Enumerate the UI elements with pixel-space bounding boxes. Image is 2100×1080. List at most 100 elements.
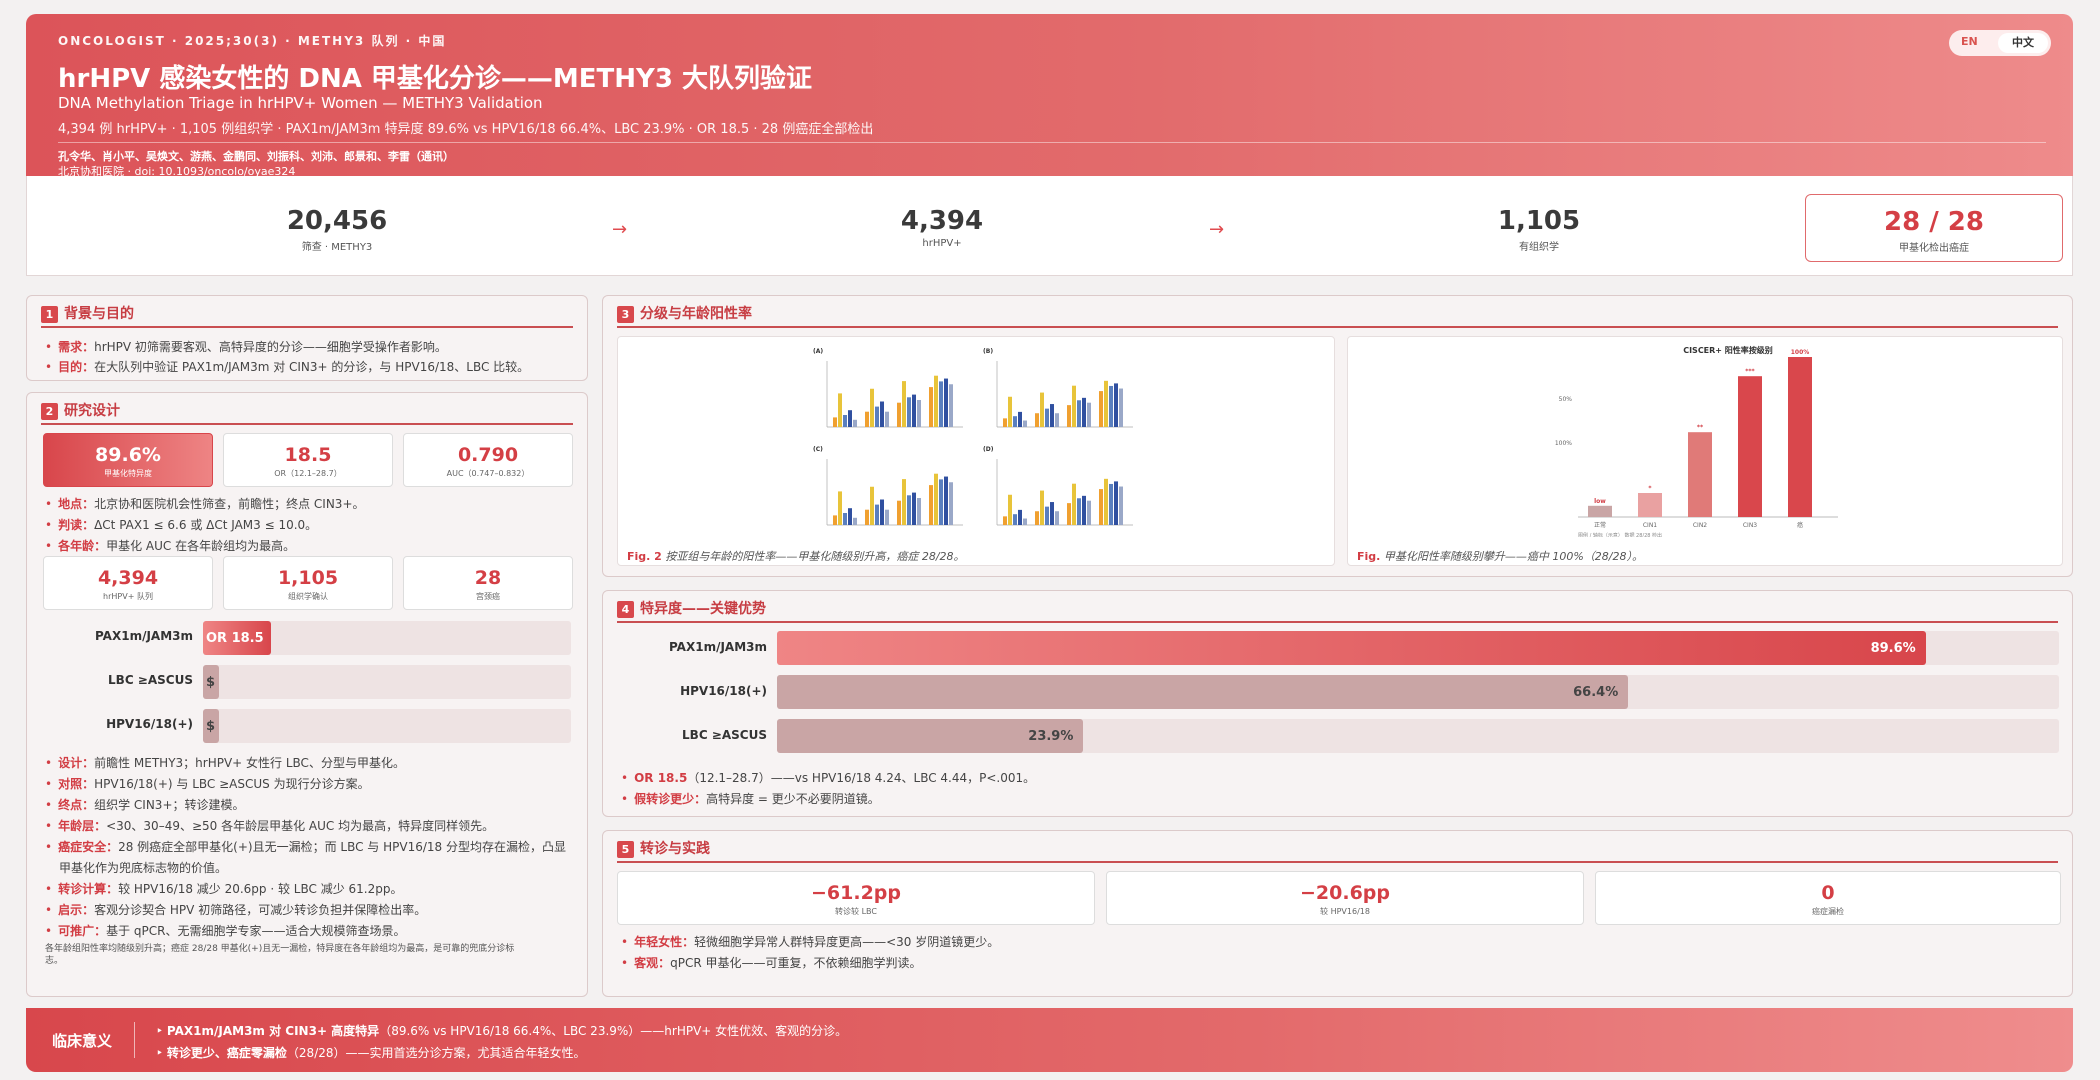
panel-bar <box>907 495 911 525</box>
or-bar-label: LBC ≥ASCUS <box>108 673 193 687</box>
figure-caption: Fig. 甲基化阳性率随级别攀升——癌中 100%（28/28）。 <box>1357 550 1643 563</box>
panel-bar <box>929 387 933 427</box>
panel-bar <box>1050 502 1054 525</box>
panel-bar <box>838 393 842 427</box>
panel-bar <box>1082 397 1086 427</box>
spec-bar-value: 66.4% <box>1573 684 1619 700</box>
spec-bar-label: LBC ≥ASCUS <box>682 728 767 742</box>
panel-bar <box>1008 396 1012 427</box>
metric-cohort: 4,394 hrHPV+ 队列 <box>43 556 213 610</box>
metric-referral-hpv: −20.6pp 较 HPV16/18 <box>1106 871 1584 925</box>
page-subtitle: DNA Methylation Triage in hrHPV+ Women —… <box>58 94 543 112</box>
bar-data-label: *** <box>1745 368 1755 375</box>
or-bar-label: PAX1m/JAM3m <box>94 629 193 643</box>
spec-bar-track: 89.6% <box>777 631 2059 665</box>
grade-bar <box>1638 493 1662 517</box>
panel-label: (B) <box>983 348 993 355</box>
panel-bar <box>949 482 953 525</box>
kpi-screened: 20,456 筛查 · METHY3 <box>286 206 388 253</box>
panel-bar <box>1119 486 1123 525</box>
panel-bar <box>1104 380 1108 427</box>
grade-bar <box>1788 357 1812 517</box>
spec-bar-label: HPV16/18(+) <box>680 684 767 698</box>
panel-bar <box>838 491 842 525</box>
section-background: 1 背景与目的 • 需求：hrHPV 初筛需要客观、高特异度的分诊——细胞学受操作者… <box>26 295 588 381</box>
header-banner: ONCOLOGIST · 2025;30(3) · METHY3 队列 · 中国… <box>26 14 2073 178</box>
panel-bar <box>1072 483 1076 525</box>
panel-bar <box>897 402 901 427</box>
panel-bar <box>1119 388 1123 427</box>
bullet-item: • 转诊计算：较 HPV16/18 减少 20.6pp · 较 LBC 减少 61… <box>45 882 403 896</box>
panel-bar <box>1114 481 1118 525</box>
kpi-histology: 1,105 有组织学 <box>1497 206 1581 253</box>
panel-bar <box>1023 420 1027 427</box>
spec-bar-label: PAX1m/JAM3m <box>668 640 767 654</box>
panel-bar <box>1087 500 1091 525</box>
panel-bar <box>870 388 874 427</box>
arrow-icon: → <box>1209 219 1225 240</box>
panel-bar <box>1035 413 1039 427</box>
bullet-item: • 年龄层：<30、30–49、≥50 各年龄层甲基化 AUC 均为最高，特异度同… <box>45 819 495 833</box>
section-header: 3 分级与年龄阳性率 <box>617 306 2058 328</box>
panel-bar <box>1072 385 1076 427</box>
footer-divider <box>134 1022 135 1058</box>
authors: 孔令华、肖小平、吴焕文、游燕、金鹏同、刘振科、刘沛、郎景和、李雷（通讯） <box>58 150 454 163</box>
bullet-item: • 年轻女性：轻微细胞学异常人群特异度更高——<30 岁阴道镜更少。 <box>621 935 1000 949</box>
bullet-item: • 判读：ΔCt PAX1 ≤ 6.6 或 ΔCt JAM3 ≤ 10.0。 <box>45 518 318 532</box>
panel-bar <box>1055 511 1059 525</box>
lang-en-option[interactable]: EN <box>1961 35 1978 48</box>
panel-bar <box>1055 413 1059 427</box>
kpi-row: 20,456 筛查 · METHY3 → 4,394 hrHPV+ → 1,105 有… <box>26 176 2073 276</box>
panel-bar <box>1013 514 1017 525</box>
chart-title: CISCER+ 阳性率按级别 <box>1683 345 1773 355</box>
panel-bar <box>1008 494 1012 525</box>
panel-figure: (A) (B) (C) (D) <box>813 348 1133 526</box>
panel-bar <box>1082 495 1086 525</box>
bullet-item: 甲基化作为兜底标志物的价值。 <box>59 861 228 875</box>
bullet-item: • 癌症安全：28 例癌症全部甲基化(+)且无一漏检；而 LBC 与 HPV16/… <box>45 840 566 854</box>
panel-bar <box>1050 404 1054 427</box>
figure-2-panels: (A) (B) (C) (D) <box>617 336 1335 566</box>
panel-bar <box>848 508 852 525</box>
section-positivity: 3 分级与年龄阳性率 (A) (B) (C) (D) Fig. 2 按亚组与年龄的阳性率… <box>602 295 2073 577</box>
metric-auc: 0.790 AUC（0.747–0.832） <box>403 433 573 487</box>
bullet-item: • 目的：在大队列中验证 PAX1m/JAM3m 对 CIN3+ 的分诊，与 HP… <box>45 360 530 374</box>
panel-bar <box>843 415 847 427</box>
or-bar-track: $ <box>203 709 571 743</box>
or-bar: OR 18.5 <box>203 621 272 655</box>
panel-bar <box>917 400 921 427</box>
panel-bar <box>907 397 911 427</box>
lang-zh-option[interactable]: 中文 <box>1998 33 2048 53</box>
metric-specificity: 89.6% 甲基化特异度 <box>43 433 213 487</box>
panel-bar <box>875 504 879 525</box>
panel-bar <box>1114 383 1118 427</box>
panel-bar <box>912 492 916 525</box>
panel-bar <box>939 381 943 427</box>
section-header: 2 研究设计 <box>41 403 573 425</box>
panel-bar <box>1035 511 1039 525</box>
panel-bar <box>1067 405 1071 427</box>
panel-bar <box>1040 490 1044 525</box>
bar-data-label: low <box>1594 498 1606 505</box>
panel-bar <box>934 375 938 427</box>
chart-legend: 图例 / 轴标（示意） 数据 28/28 检出 <box>1578 532 1662 537</box>
panel-bar <box>1077 400 1081 427</box>
panel-bar <box>1018 509 1022 525</box>
spec-bar-value: 89.6% <box>1870 640 1916 656</box>
panel-label: (C) <box>813 446 823 453</box>
spec-bar-track: 23.9% <box>777 719 2059 753</box>
panel-bar <box>880 499 884 525</box>
section-design: 2 研究设计 89.6% 甲基化特异度 18.5 OR（12.1–28.7） 0.79… <box>26 392 588 997</box>
or-bar: $ <box>203 665 220 699</box>
panel-bar <box>1003 516 1007 525</box>
spec-bar: 89.6% <box>777 631 1926 665</box>
y-tick-label: 50% <box>1559 396 1573 403</box>
language-toggle[interactable]: EN 中文 <box>1949 30 2051 56</box>
panel-bar <box>885 411 889 427</box>
metric-cancer: 28 宫颈癌 <box>403 556 573 610</box>
footer-label: 临床意义 <box>52 1032 113 1050</box>
triangle-bullet-icon: ‣ <box>156 1024 164 1038</box>
spec-bar-value: 23.9% <box>1028 728 1074 744</box>
grade-bar <box>1588 505 1612 517</box>
panel-bar <box>1104 478 1108 525</box>
